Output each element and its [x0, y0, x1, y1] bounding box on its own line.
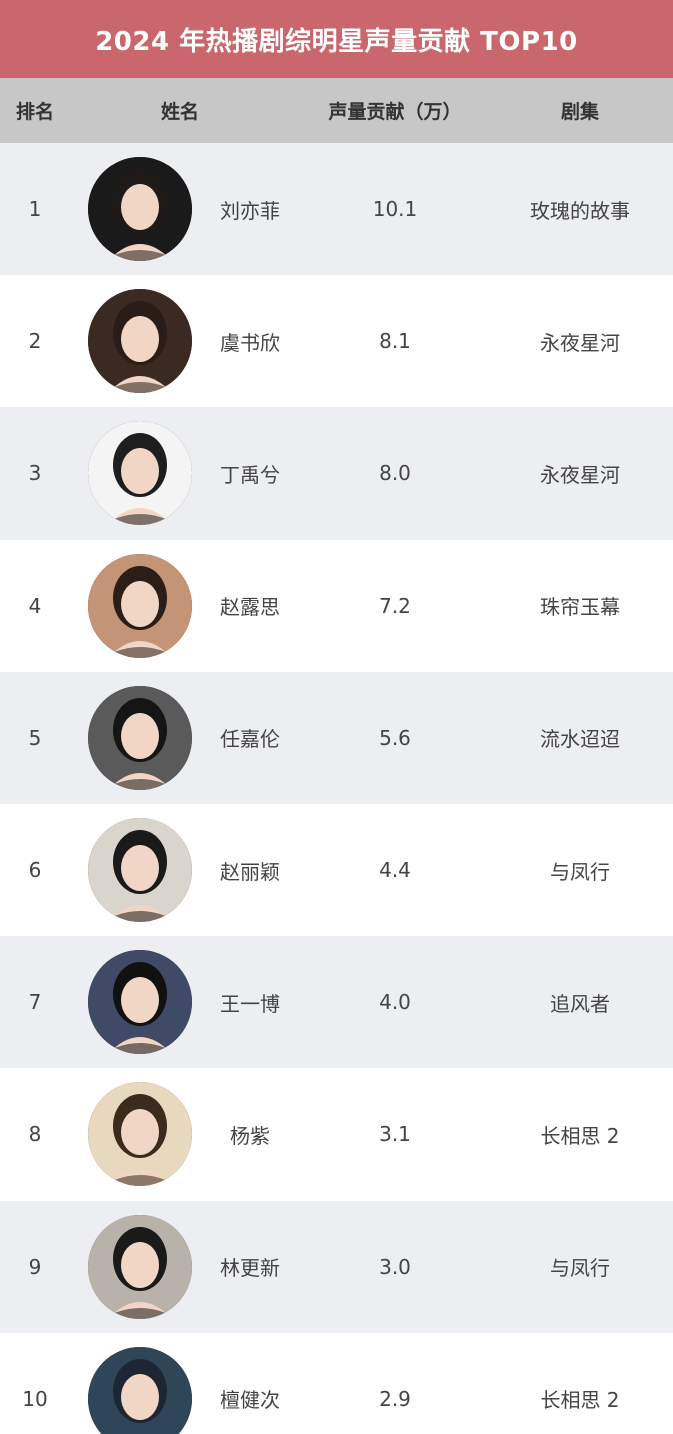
score-cell: 4.0	[379, 990, 411, 1015]
drama-cell: 玫瑰的故事	[530, 198, 630, 223]
score-cell: 3.1	[379, 1122, 411, 1147]
avatar-cell	[70, 553, 210, 658]
avatar-cell	[70, 421, 210, 526]
name-cell: 赵露思	[220, 595, 280, 620]
rank-cell: 9	[28, 1254, 42, 1279]
avatar-cell	[70, 157, 210, 262]
avatar	[88, 818, 192, 923]
portrait-icon	[88, 685, 192, 790]
avatar-cell	[70, 685, 210, 790]
drama-cell: 追风者	[550, 991, 610, 1016]
avatar	[88, 685, 192, 790]
score-cell: 8.0	[379, 461, 411, 486]
avatar	[88, 553, 192, 658]
avatar	[88, 421, 192, 526]
table-row: 9 林更新 3.0 与凤行	[0, 1200, 673, 1333]
name-cell: 刘亦菲	[220, 198, 280, 223]
table-row: 6 赵丽颖 4.4 与凤行	[0, 803, 673, 937]
rank-cell: 10	[22, 1386, 48, 1411]
title-bar: 2024 年热播剧综明星声量贡献 TOP10	[0, 0, 673, 78]
portrait-icon	[88, 157, 192, 262]
column-header-drama: 剧集	[560, 101, 599, 123]
drama-cell: 珠帘玉幕	[540, 595, 620, 620]
avatar-cell	[70, 950, 210, 1055]
column-header-rank: 排名	[15, 101, 54, 123]
table-row: 7 王一博 4.0 追风者	[0, 936, 673, 1069]
drama-cell: 与凤行	[550, 859, 610, 884]
column-header-name: 姓名	[160, 101, 199, 123]
rank-cell: 1	[28, 197, 42, 222]
avatar	[88, 1082, 192, 1187]
rank-cell: 8	[28, 1122, 42, 1147]
table-row: 10 檀健次 2.9 长相思 2	[0, 1332, 673, 1434]
rank-cell: 2	[28, 329, 42, 354]
rank-cell: 5	[28, 725, 42, 750]
table-row: 8 杨紫 3.1 长相思 2	[0, 1068, 673, 1201]
drama-cell: 永夜星河	[540, 330, 620, 355]
portrait-icon	[88, 1082, 192, 1187]
table-row: 5 任嘉伦 5.6 流水迢迢	[0, 671, 673, 804]
avatar	[88, 289, 192, 394]
score-cell: 2.9	[379, 1386, 411, 1411]
rank-cell: 4	[28, 593, 42, 618]
portrait-icon	[88, 421, 192, 526]
score-cell: 4.4	[379, 858, 411, 883]
score-cell: 8.1	[379, 329, 411, 354]
avatar-cell	[70, 1082, 210, 1187]
portrait-icon	[88, 553, 192, 658]
name-cell: 虞书欣	[220, 330, 280, 355]
name-cell: 赵丽颖	[220, 859, 280, 884]
table-row: 1 刘亦菲 10.1 玫瑰的故事	[0, 143, 673, 276]
name-cell: 杨紫	[230, 1123, 270, 1148]
drama-cell: 流水迢迢	[540, 727, 620, 752]
portrait-icon	[88, 289, 192, 394]
table-row: 3 丁禹兮 8.0 永夜星河	[0, 407, 673, 540]
drama-cell: 长相思 2	[540, 1123, 620, 1148]
avatar	[88, 950, 192, 1055]
rank-cell: 3	[28, 461, 42, 486]
avatar	[88, 157, 192, 262]
name-cell: 林更新	[220, 1256, 280, 1281]
column-header-score: 声量贡献（万）	[328, 101, 462, 123]
portrait-icon	[88, 818, 192, 923]
score-cell: 3.0	[379, 1254, 411, 1279]
name-cell: 檀健次	[220, 1388, 280, 1413]
page-title: 2024 年热播剧综明星声量贡献 TOP10	[95, 26, 578, 57]
rank-cell: 6	[28, 858, 42, 883]
score-cell: 7.2	[379, 593, 411, 618]
portrait-icon	[88, 1214, 192, 1319]
score-cell: 10.1	[372, 197, 418, 222]
page: 2024 年热播剧综明星声量贡献 TOP10 排名 姓名 声量贡献（万） 剧集 …	[0, 0, 673, 1434]
avatar-cell	[70, 1346, 210, 1434]
score-cell: 5.6	[379, 725, 411, 750]
avatar-cell	[70, 1214, 210, 1319]
portrait-icon	[88, 1346, 192, 1434]
avatar-cell	[70, 289, 210, 394]
drama-cell: 与凤行	[550, 1256, 610, 1281]
avatar-cell	[70, 818, 210, 923]
name-cell: 丁禹兮	[220, 462, 280, 487]
table-row: 2 虞书欣 8.1 永夜星河	[0, 275, 673, 408]
table-header: 排名 姓名 声量贡献（万） 剧集	[0, 78, 673, 143]
portrait-icon	[88, 950, 192, 1055]
avatar	[88, 1346, 192, 1434]
drama-cell: 永夜星河	[540, 462, 620, 487]
table-row: 4 赵露思 7.2 珠帘玉幕	[0, 539, 673, 672]
ranking-table-body: 1 刘亦菲 10.1 玫瑰的故事 2 虞书欣 8.1 永夜星河 3 丁禹兮 8.0 永夜星河 4 赵露思 7…	[0, 143, 673, 1434]
name-cell: 任嘉伦	[220, 727, 280, 752]
avatar	[88, 1214, 192, 1319]
rank-cell: 7	[28, 990, 42, 1015]
name-cell: 王一博	[220, 991, 280, 1016]
drama-cell: 长相思 2	[540, 1388, 620, 1413]
